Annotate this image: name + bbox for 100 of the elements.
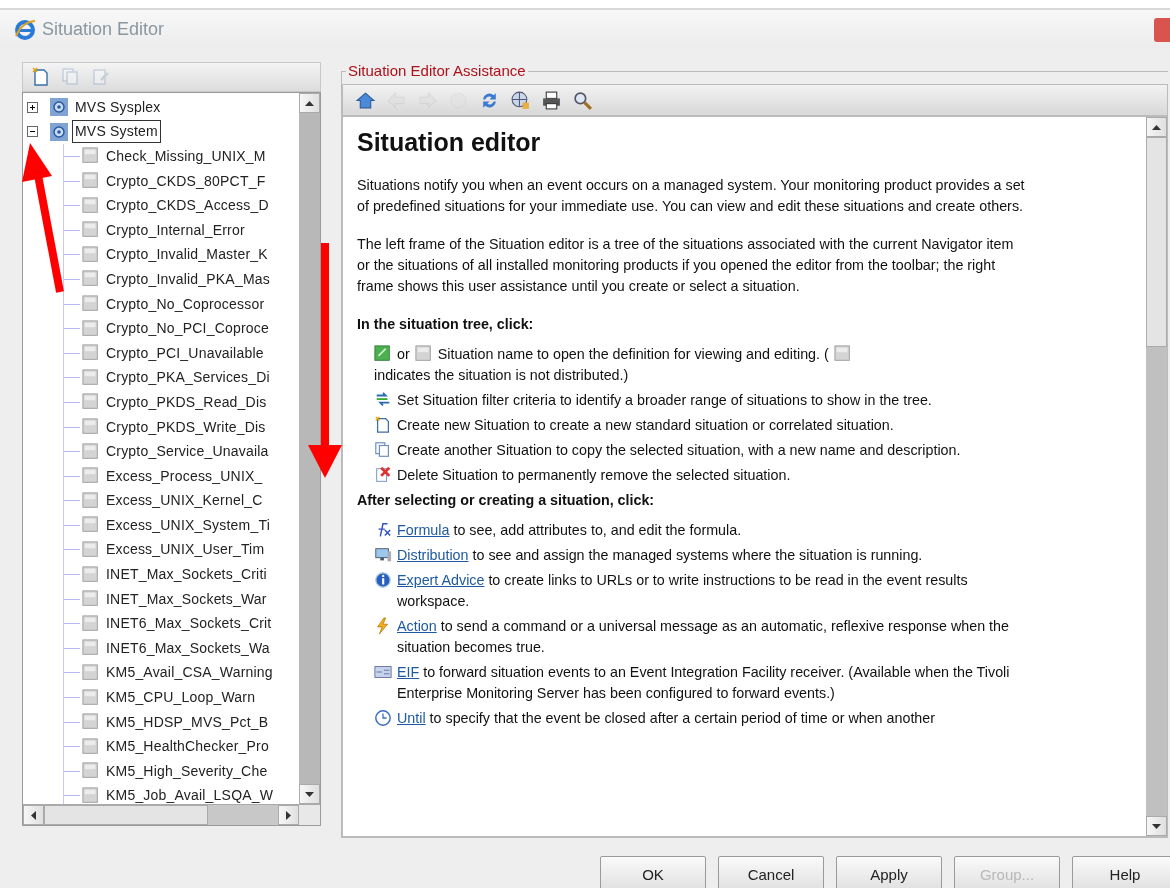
situation-icon [82,663,100,682]
tree-item[interactable]: Crypto_PKA_Services_Di [106,367,270,389]
tree-item[interactable]: KM5_Job_Avail_LSQA_W [106,785,274,804]
tree-item[interactable]: Crypto_PKDS_Write_Dis [106,416,266,438]
help-heading: After selecting or creating a situation, click: [357,491,656,510]
help-text: Delete Situation to permanently remove the selected situation. [397,466,791,485]
situation-icon [82,393,100,412]
down-arrow-icon [305,791,314,797]
globe-icon[interactable] [510,89,531,111]
tree-item[interactable]: Crypto_Service_Unavaila [106,441,269,463]
situation-icon [82,590,100,609]
dialog-button[interactable]: Help [1072,856,1170,888]
help-text: Create another Situation to copy the selected situation, with a new name and description. [397,441,961,460]
system-node-icon [50,98,68,117]
filter-icon [374,391,392,409]
tree-item[interactable]: Crypto_PCI_Unavailable [106,342,264,364]
tree-node[interactable]: MVS System [72,120,161,144]
tree-item[interactable]: KM5_HDSP_MVS_Pct_B [106,711,269,733]
panel-legend: Situation Editor Assistance [346,62,528,80]
tree-item[interactable]: KM5_Avail_CSA_Warning [106,662,273,684]
scroll-down-button[interactable] [1146,816,1167,836]
tree-item[interactable]: Excess_UNIX_User_Tim [106,539,265,561]
help-link[interactable]: Expert Advice [397,572,485,588]
help-link[interactable]: EIF [397,664,420,680]
situation-icon [82,737,100,756]
situation-icon [82,541,100,559]
info-icon [374,571,392,589]
copy-icon [374,441,392,459]
vertical-scrollbar[interactable] [299,93,320,804]
situation-icon [414,345,433,363]
up-arrow-icon [1152,124,1161,130]
situation-icon [82,196,100,215]
clock-icon [374,709,392,727]
help-text: Formula to see, add attributes to, and edit the formula. [397,521,742,540]
search-icon[interactable] [572,89,593,111]
situation-icon [82,491,100,510]
tree-item[interactable]: KM5_HealthChecker_Pro [106,736,269,758]
tree-item[interactable]: KM5_CPU_Loop_Warn [106,687,256,709]
tree-item[interactable]: INET_Max_Sockets_War [106,588,267,610]
tree-item[interactable]: INET6_Max_Sockets_Crit [106,613,272,635]
tree-item[interactable]: INET_Max_Sockets_Criti [106,564,267,586]
help-text: Distribution to see and assign the managed systems where the situation is running. [397,546,923,565]
help-link[interactable]: Until [397,710,426,726]
tree-item[interactable]: Excess_Process_UNIX_ [106,465,263,487]
tree-item[interactable]: KM5_High_Severity_Che [106,760,268,782]
right-arrow-icon [286,810,291,820]
help-link[interactable]: Formula [397,522,450,538]
situation-icon [82,442,100,461]
monitor-icon [374,546,392,564]
situation-icon [82,418,100,436]
tree-item[interactable]: Crypto_Invalid_PKA_Mas [106,268,270,290]
home-icon[interactable] [355,89,376,111]
tree-item[interactable]: Crypto_Invalid_Master_K [106,244,268,266]
tree-item[interactable]: Crypto_No_PCI_Coproce [106,318,269,340]
delete-icon [374,466,392,484]
help-link[interactable]: Action [397,618,437,634]
document-icon[interactable] [31,67,51,87]
tree-item[interactable]: Crypto_Internal_Error [106,219,245,241]
help-text: Set Situation filter criteria to identify a broader range of situations to show in the tree. [397,391,932,410]
help-text: indicates the situation is not distributed.) [374,366,629,385]
event-card-icon [374,663,392,681]
help-text: Expert Advice to create links to URLs or to write instructions to be read in the event results workspace. [397,571,969,611]
document-icon [374,416,392,434]
situation-icon [82,467,100,486]
situation-icon [82,565,100,584]
help-paragraph: The left frame of the Situation editor is a tree of the situations associated with the current Navigator item or the situations of all installed monitoring products if you opened the editor from the toolbar; the right frame shows this user assistance until you create or select a situation. [357,235,1015,296]
dialog-button[interactable]: OK [600,856,706,888]
collapse-icon[interactable] [27,126,38,138]
tree-item[interactable]: Check_Missing_UNIX_M [106,146,266,167]
help-text: Create new Situation to create a new standard situation or correlated situation. [397,416,894,435]
tree-item[interactable]: Crypto_CKDS_Access_D [106,195,269,217]
browser-logo-icon [14,18,36,40]
dialog-button[interactable]: Apply [836,856,942,888]
tree-item[interactable]: Excess_UNIX_System_Ti [106,514,270,536]
situation-icon [82,172,100,191]
scroll-up-button[interactable] [1146,117,1167,137]
scroll-right-button[interactable] [278,805,299,825]
expand-icon[interactable] [27,101,38,113]
scroll-up-button[interactable] [299,93,320,113]
situation-started-icon [374,345,392,363]
help-text: Situation name to open the definition for viewing and editing. ( [437,345,829,364]
left-arrow-icon [31,810,36,820]
vertical-scrollbar[interactable] [1146,117,1167,836]
horizontal-scrollbar[interactable] [23,804,320,825]
help-text: or [397,345,410,364]
tree-item[interactable]: Excess_UNIX_Kernel_C [106,490,263,512]
situation-icon [82,319,100,338]
situation-icon [82,786,100,804]
printer-icon[interactable] [541,89,562,111]
help-text: EIF to forward situation events to an Event Integration Facility receiver. (Available when the Tivoli Enterprise Monitoring Server has been configured to forward events.) [397,663,1011,703]
tree-node[interactable]: MVS Sysplex [72,95,164,119]
tree-item[interactable]: Crypto_CKDS_80PCT_F [106,170,266,192]
tree-item[interactable]: Crypto_PKDS_Read_Dis [106,391,267,413]
tree-item[interactable]: INET6_Max_Sockets_Wa [106,637,270,659]
help-link[interactable]: Distribution [397,547,469,563]
scroll-down-button[interactable] [299,784,320,804]
tree-item[interactable]: Crypto_No_Coprocessor [106,293,265,315]
dialog-button[interactable]: Cancel [718,856,824,888]
scroll-left-button[interactable] [23,805,44,825]
down-arrow-icon [1152,823,1161,829]
